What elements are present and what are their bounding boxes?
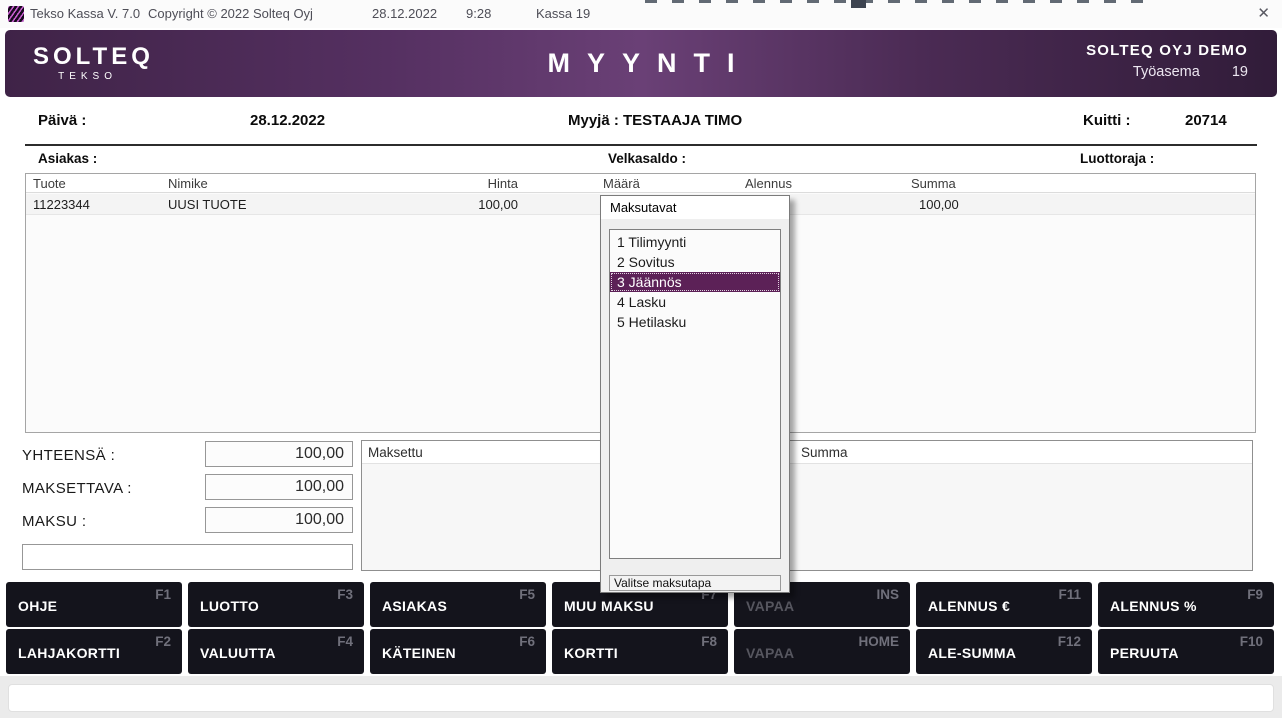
close-icon[interactable]: ✕ xyxy=(1257,0,1270,28)
date-label: Päivä : xyxy=(38,112,86,129)
fkey-badge: F10 xyxy=(1240,634,1263,649)
button-label: OHJE xyxy=(18,598,57,614)
date-value: 28.12.2022 xyxy=(250,112,325,129)
fkey-badge: F6 xyxy=(519,634,535,649)
button-label: LUOTTO xyxy=(200,598,259,614)
payment-methods-dialog: Maksutavat 1 Tilimyynti 2 Sovitus 3 Jään… xyxy=(600,195,790,593)
button-label: PERUUTA xyxy=(1110,645,1179,661)
button-label: LAHJAKORTTI xyxy=(18,645,120,661)
dialog-title: Maksutavat xyxy=(601,196,789,219)
button-kateinen[interactable]: KÄTEINEN F6 xyxy=(370,629,546,674)
button-ohje[interactable]: OHJE F1 xyxy=(6,582,182,627)
titlebar-date: 28.12.2022 xyxy=(372,0,437,28)
payment-option-sovitus[interactable]: 2 Sovitus xyxy=(610,252,780,272)
fkey-badge: F1 xyxy=(155,587,171,602)
workstation-label: Työasema xyxy=(1133,64,1200,80)
payment-option-tilimyynti[interactable]: 1 Tilimyynti xyxy=(610,232,780,252)
col-header-nimike: Nimike xyxy=(168,174,208,193)
col-header-maara: Määrä xyxy=(603,174,640,193)
paid-column-header: Maksettu xyxy=(368,441,423,464)
receipt-label: Kuitti : xyxy=(1083,112,1130,129)
app-window: Tekso Kassa V. 7.0 Copyright © 2022 Solt… xyxy=(0,0,1282,718)
fkey-badge: F12 xyxy=(1058,634,1081,649)
window-titlebar: Tekso Kassa V. 7.0 Copyright © 2022 Solt… xyxy=(0,0,1282,28)
payment-label: MAKSU : xyxy=(22,513,86,530)
sum-column-header: Summa xyxy=(801,441,848,464)
entry-input[interactable] xyxy=(22,544,353,570)
button-label: ALENNUS € xyxy=(928,598,1010,614)
total-label: YHTEENSÄ : xyxy=(22,447,115,464)
button-valuutta[interactable]: VALUUTTA F4 xyxy=(188,629,364,674)
copyright-text: Copyright © 2022 Solteq Oyj xyxy=(148,0,313,28)
payable-label: MAKSETTAVA : xyxy=(22,480,132,497)
background-window-artifact xyxy=(851,0,866,8)
button-label: KÄTEINEN xyxy=(382,645,456,661)
fkey-badge: F3 xyxy=(337,587,353,602)
customer-label: Asiakas : xyxy=(38,151,97,166)
cell-nimike: UUSI TUOTE xyxy=(168,194,247,215)
store-info: SOLTEQ OYJ DEMO Työasema 19 xyxy=(1086,42,1248,80)
button-label: ALE-SUMMA xyxy=(928,645,1016,661)
button-label: MUU MAKSU xyxy=(564,598,654,614)
workstation-number: 19 xyxy=(1232,64,1248,80)
button-vapaa-home: VAPAA HOME xyxy=(734,629,910,674)
payment-value-box: 100,00 xyxy=(205,507,353,533)
button-label: VALUUTTA xyxy=(200,645,276,661)
button-kortti[interactable]: KORTTI F8 xyxy=(552,629,728,674)
button-lahjakortti[interactable]: LAHJAKORTTI F2 xyxy=(6,629,182,674)
payable-value-box: 100,00 xyxy=(205,474,353,500)
button-asiakas[interactable]: ASIAKAS F5 xyxy=(370,582,546,627)
fkey-badge: F9 xyxy=(1247,587,1263,602)
cell-hinta: 100,00 xyxy=(451,194,518,215)
dialog-status-bar: Valitse maksutapa xyxy=(609,575,781,591)
cell-summa: 100,00 xyxy=(919,194,959,215)
fkey-badge: INS xyxy=(876,587,899,602)
fkey-badge: F2 xyxy=(155,634,171,649)
col-header-tuote: Tuote xyxy=(33,174,66,193)
payment-methods-list[interactable]: 1 Tilimyynti 2 Sovitus 3 Jäännös 4 Lasku… xyxy=(609,229,781,559)
credit-limit-label: Luottoraja : xyxy=(1080,151,1154,166)
fkey-badge: F5 xyxy=(519,587,535,602)
window-title: Tekso Kassa V. 7.0 xyxy=(30,0,140,28)
button-ale-summa[interactable]: ALE-SUMMA F12 xyxy=(916,629,1092,674)
brand-header: SOLTEQ TEKSO MYYNTI SOLTEQ OYJ DEMO Työa… xyxy=(5,30,1277,97)
workstation-line: Työasema 19 xyxy=(1086,64,1248,80)
seller-line: Myyjä : TESTAAJA TIMO xyxy=(568,112,742,129)
button-luotto[interactable]: LUOTTO F3 xyxy=(188,582,364,627)
fkey-badge: HOME xyxy=(859,634,900,649)
header-divider xyxy=(25,144,1257,146)
button-alennus-pct[interactable]: ALENNUS % F9 xyxy=(1098,582,1274,627)
button-label: VAPAA xyxy=(746,598,794,614)
titlebar-time: 9:28 xyxy=(466,0,491,28)
app-icon xyxy=(8,6,24,22)
button-label: VAPAA xyxy=(746,645,794,661)
fkey-badge: F8 xyxy=(701,634,717,649)
payments-panel-header: Maksettu Summa xyxy=(362,441,1252,464)
receipt-number: 20714 xyxy=(1185,112,1227,129)
col-header-hinta: Hinta xyxy=(451,174,518,193)
store-name: SOLTEQ OYJ DEMO xyxy=(1086,42,1248,59)
debt-balance-label: Velkasaldo : xyxy=(608,151,686,166)
button-peruuta[interactable]: PERUUTA F10 xyxy=(1098,629,1274,674)
payment-option-lasku[interactable]: 4 Lasku xyxy=(610,292,780,312)
col-header-alennus: Alennus xyxy=(745,174,792,193)
bottom-bar xyxy=(0,676,1282,718)
col-header-summa: Summa xyxy=(911,174,956,193)
bottom-input[interactable] xyxy=(8,684,1274,712)
button-label: ASIAKAS xyxy=(382,598,447,614)
payments-panel: Maksettu Summa xyxy=(361,440,1253,571)
cell-tuote: 11223344 xyxy=(33,194,90,215)
titlebar-register: Kassa 19 xyxy=(536,0,590,28)
button-alennus-eur[interactable]: ALENNUS € F11 xyxy=(916,582,1092,627)
payment-option-hetilasku[interactable]: 5 Hetilasku xyxy=(610,312,780,332)
background-window-artifact xyxy=(645,0,1150,3)
button-label: ALENNUS % xyxy=(1110,598,1197,614)
fkey-badge: F11 xyxy=(1058,587,1081,602)
fkey-badge: F4 xyxy=(337,634,353,649)
button-label: KORTTI xyxy=(564,645,618,661)
payment-option-jaannos-selected[interactable]: 3 Jäännös xyxy=(610,272,780,292)
items-table-header: Tuote Nimike Hinta Määrä Alennus Summa xyxy=(26,174,1255,193)
total-value-box: 100,00 xyxy=(205,441,353,467)
